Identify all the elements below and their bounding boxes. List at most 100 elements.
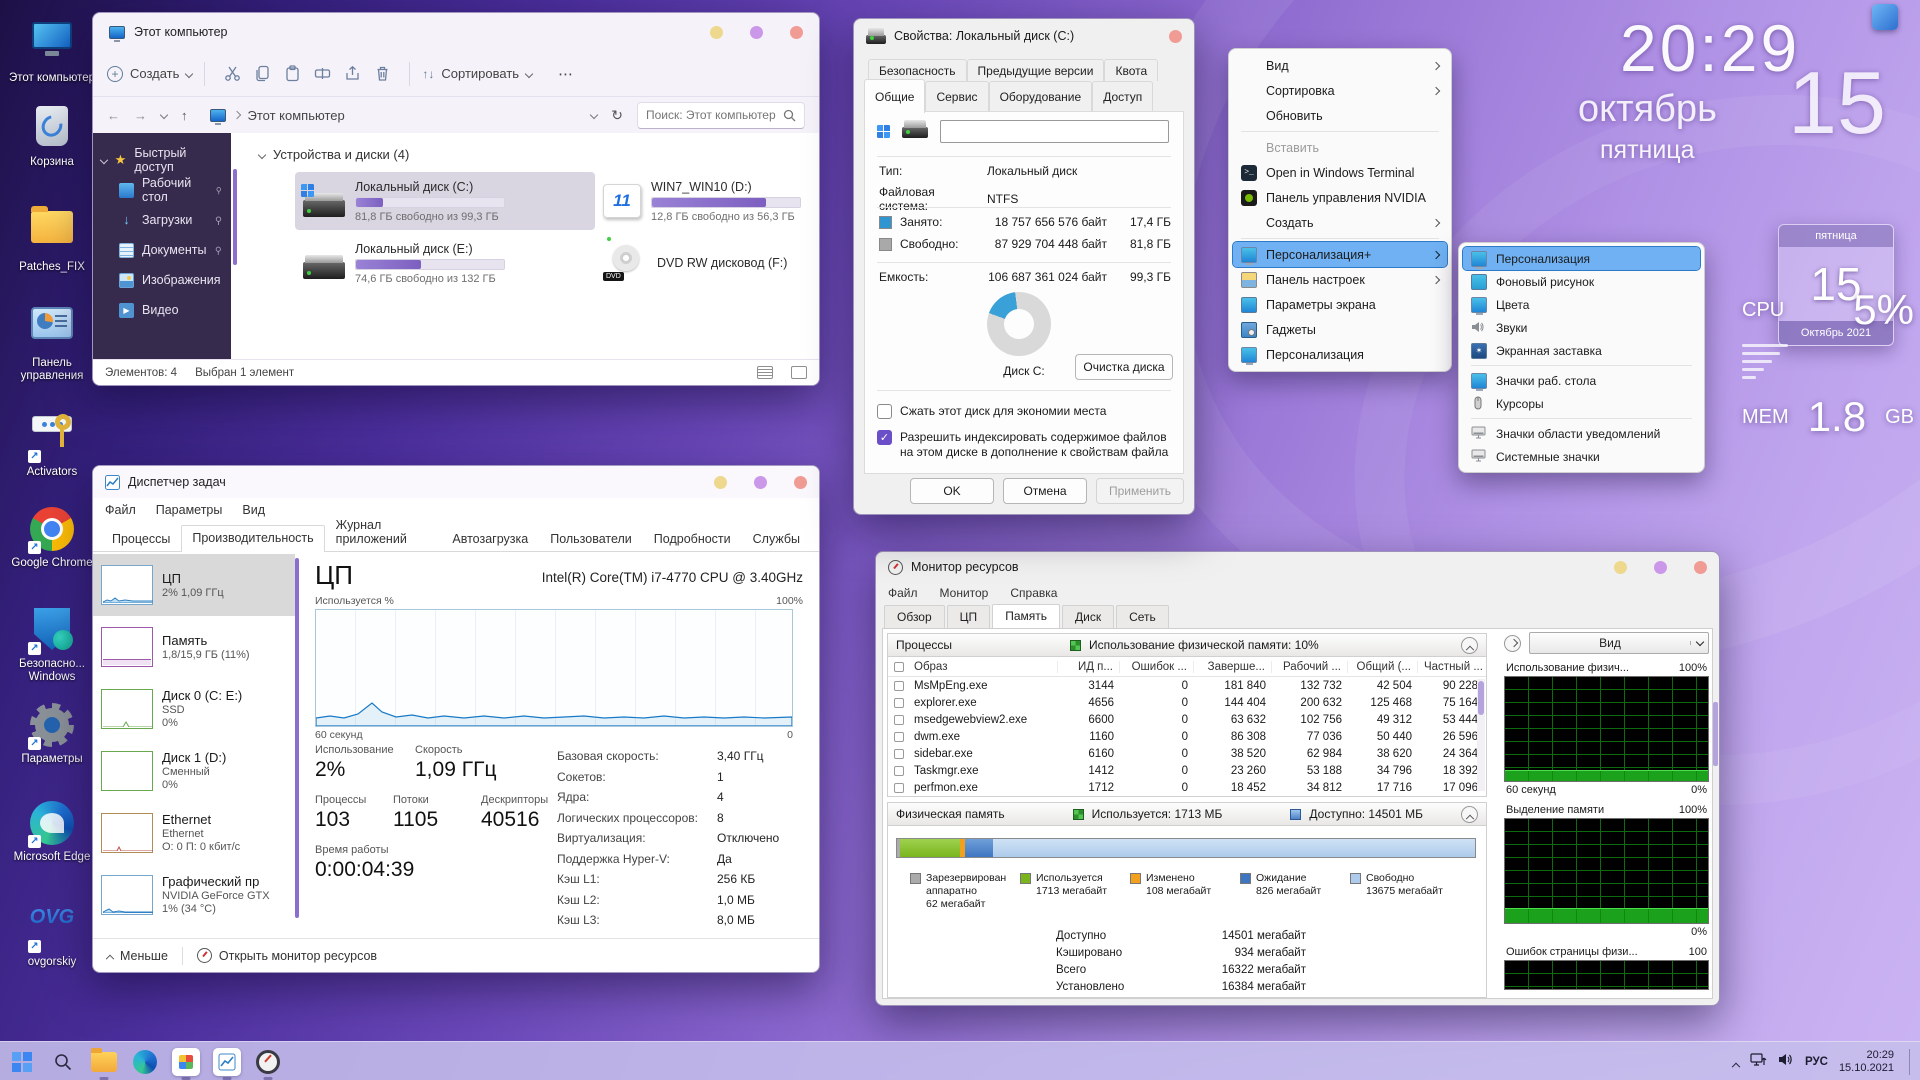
taskbar-store-icon[interactable] [172,1048,200,1076]
row-checkbox[interactable] [894,698,904,708]
physical-memory-section-header[interactable]: Физическая память Используется: 1713 МБ … [887,802,1487,826]
tab-security[interactable]: Безопасность [868,59,967,81]
maximize-button[interactable] [750,26,763,39]
drive-item-c[interactable]: Локальный диск (C:) 81,8 ГБ свободно из … [295,172,595,230]
less-details-button[interactable]: Меньше [107,949,168,963]
row-checkbox[interactable] [894,749,904,759]
open-resource-monitor-link[interactable]: Открыть монитор ресурсов [197,948,377,963]
desktop-icon-control-panel[interactable]: Панель управления [6,300,98,383]
menu-item-settings-panel[interactable]: Панель настроек [1233,267,1447,292]
row-checkbox[interactable] [894,715,904,725]
language-indicator[interactable]: РУС [1805,1056,1828,1068]
apply-button[interactable]: Применить [1096,478,1184,504]
submenu-item-colors[interactable]: Цвета [1463,293,1700,316]
menu-item-personalization[interactable]: Персонализация [1233,342,1447,367]
process-row[interactable]: perfmon.exe1712018 45234 81217 71617 096 [888,779,1486,796]
menu-monitor[interactable]: Монитор [940,586,989,600]
tab-memory[interactable]: Память [992,604,1060,629]
tab-processes[interactable]: Процессы [101,526,181,551]
menu-item-view[interactable]: Вид [1233,53,1447,78]
new-button[interactable]: + Создать [107,66,192,82]
close-button[interactable] [1169,30,1182,43]
search-input[interactable]: Поиск: Этот компьютер [637,102,805,129]
copy-icon[interactable] [247,59,277,89]
sidebar-item-pictures[interactable]: Изображения [93,265,231,295]
minimize-button[interactable] [714,476,727,489]
sort-button[interactable]: ↑↓ Сортировать [422,66,532,81]
paste-icon[interactable] [277,59,307,89]
ok-button[interactable]: OK [910,478,994,504]
process-row[interactable]: MsMpEng.exe31440181 840132 73242 50490 2… [888,677,1486,694]
menu-item-paste[interactable]: Вставить [1233,135,1447,160]
submenu-item-cursors[interactable]: Курсоры [1463,392,1700,415]
process-row[interactable]: dwm.exe1160086 30877 03650 44026 596 [888,728,1486,745]
menu-help[interactable]: Справка [1010,586,1057,600]
cancel-button[interactable]: Отмена [1003,478,1087,504]
table-header-row[interactable]: Образ ИД п... Ошибок ... Заверше... Рабо… [888,657,1486,677]
table-scrollbar[interactable] [1477,679,1485,791]
row-checkbox[interactable] [894,732,904,742]
cut-icon[interactable] [217,59,247,89]
close-button[interactable] [1694,561,1707,574]
submenu-item-notification-icons[interactable]: Значки области уведомлений [1463,422,1700,445]
tray-overflow-chevron[interactable] [1732,1062,1740,1070]
menu-item-personalization-plus[interactable]: Персонализация+ [1233,242,1447,267]
properties-title-bar[interactable]: Свойства: Локальный диск (C:) [854,19,1194,53]
tab-previous-versions[interactable]: Предыдущие версии [967,59,1105,81]
tab-startup[interactable]: Автозагрузка [441,526,539,551]
drive-item-d[interactable]: 11 WIN7_WIN10 (D:) 12,8 ГБ свободно из 5… [595,172,820,230]
task-manager-title-bar[interactable]: Диспетчер задач [93,466,819,498]
tab-disk[interactable]: Диск [1062,605,1114,628]
volume-icon[interactable] [1778,1052,1794,1072]
desktop-icon-windows-security[interactable]: ↗ Безопасно... Windows [6,606,98,684]
tab-quota[interactable]: Квота [1104,59,1158,81]
more-options-icon[interactable]: ⋯ [558,65,573,83]
resource-monitor-title-bar[interactable]: Монитор ресурсов [876,552,1719,582]
tab-services[interactable]: Службы [742,526,811,551]
network-icon[interactable] [1750,1052,1767,1072]
menu-file[interactable]: Файл [105,503,136,517]
row-checkbox[interactable] [894,783,904,793]
expand-button[interactable] [1504,635,1521,652]
process-row[interactable]: sidebar.exe6160038 52062 98438 62024 364 [888,745,1486,762]
perf-item-gpu[interactable]: Графический прNVIDIA GeForce GTX1% (34 °… [93,864,295,926]
row-checkbox[interactable] [894,681,904,691]
list-view-icon[interactable] [757,366,773,379]
drive-item-f[interactable]: DVD DVD RW дисковод (F:) [595,234,820,292]
tray-clock[interactable]: 20:2915.10.2021 [1839,1049,1894,1075]
sidebar-item-downloads[interactable]: ↓ Загрузки [93,205,231,235]
share-icon[interactable] [337,59,367,89]
view-dropdown[interactable]: Вид [1529,632,1709,654]
desktop-icon-this-pc[interactable]: Этот компьютер [6,16,98,85]
submenu-item-sounds[interactable]: Звуки [1463,316,1700,339]
desktop-icon-patches-fix[interactable]: Patches_FIX [6,204,98,274]
perf-item-disk0[interactable]: Диск 0 (C: E:)SSD0% [93,678,295,740]
desktop-icon-recycle-bin[interactable]: Корзина [6,104,98,169]
menu-item-new[interactable]: Создать [1233,210,1447,235]
submenu-item-screensaver[interactable]: ✶Экранная заставка [1463,339,1700,362]
tab-general[interactable]: Общие [864,79,925,113]
desktop-icon-activators[interactable]: ↗ Activators [6,400,98,479]
breadcrumb[interactable]: Этот компьютер [202,105,353,126]
forward-icon[interactable]: → [134,108,147,123]
address-dropdown-icon[interactable] [590,111,598,119]
menu-item-display-settings[interactable]: Параметры экрана [1233,292,1447,317]
submenu-item-background[interactable]: Фоновый рисунок [1463,270,1700,293]
back-icon[interactable]: ← [107,108,120,123]
perf-item-disk1[interactable]: Диск 1 (D:)Сменный0% [93,740,295,802]
start-button[interactable] [8,1048,36,1076]
sidebar-scrollbar[interactable] [295,558,299,918]
corner-gadget-icon[interactable] [1872,4,1898,30]
thumbnail-view-icon[interactable] [791,366,807,379]
sidebar-item-documents[interactable]: Документы [93,235,231,265]
refresh-icon[interactable]: ↻ [611,107,623,124]
taskbar-search-icon[interactable] [49,1048,77,1076]
show-desktop-button[interactable] [1909,1049,1910,1075]
rename-icon[interactable] [307,59,337,89]
menu-file[interactable]: Файл [888,586,918,600]
desktop-icon-settings[interactable]: ↗ Параметры [6,702,98,766]
desktop-icon-ovgorskiy[interactable]: OVG↗ ovgorskiy [6,898,98,969]
tab-network[interactable]: Сеть [1116,605,1169,628]
submenu-item-system-icons[interactable]: Системные значки [1463,445,1700,468]
up-icon[interactable]: ↑ [181,108,188,123]
